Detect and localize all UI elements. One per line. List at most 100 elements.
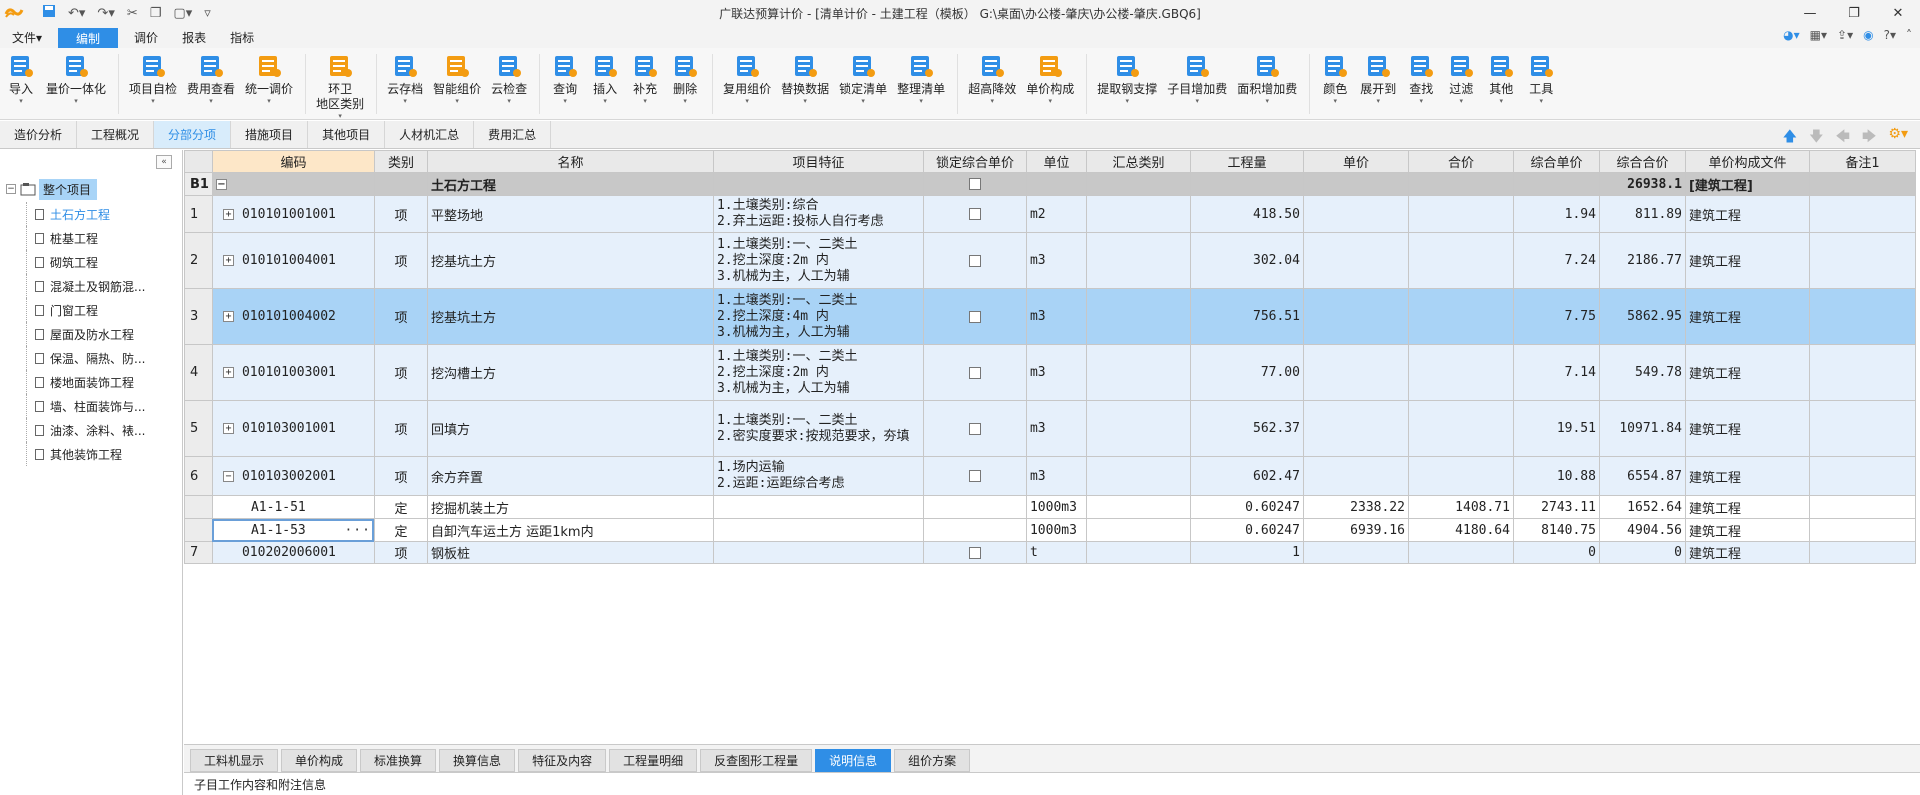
expand-icon[interactable]: + (222, 208, 234, 220)
column-header[interactable]: 汇总类别 (1085, 150, 1191, 173)
chevron-down-icon[interactable]: ▾ (563, 97, 567, 105)
save-icon[interactable] (42, 4, 56, 22)
tree-item[interactable]: 楼地面装饰工程 (26, 370, 145, 394)
code-cell[interactable]: +010101001001 (211, 195, 375, 233)
tree-item[interactable]: 油漆、涂料、裱... (26, 418, 145, 442)
paste-icon[interactable]: ▢▾ (173, 6, 192, 21)
toolbar-delete-button[interactable]: 删除 ▾ (670, 48, 700, 105)
bottom-tab[interactable]: 工料机显示 (190, 749, 279, 772)
summary-type-cell[interactable] (1085, 232, 1191, 289)
feature-cell[interactable]: 1.土壤类别:综合 2.弃土运距:投标人自行考虑 (712, 195, 924, 233)
code-cell[interactable]: 010202006001 (211, 541, 375, 564)
code-cell[interactable]: +010101003001 (211, 344, 375, 401)
tab-cost-analysis[interactable]: 造价分析 (0, 121, 78, 148)
undo-icon[interactable]: ↶▾ (68, 6, 85, 21)
tree-item[interactable]: 墙、柱面装饰与... (26, 394, 145, 418)
toolbar-organize-list-button[interactable]: 整理清单 ▾ (897, 48, 945, 105)
move-up-icon[interactable]: 🡅 (1783, 126, 1797, 150)
move-left-icon[interactable]: 🡄 (1835, 126, 1849, 150)
toolbar-filter-button[interactable]: 过滤 ▾ (1446, 48, 1476, 105)
price-file-cell[interactable]: 建筑工程 (1684, 288, 1810, 345)
feature-cell[interactable]: 1.土壤类别:一、二类土 2.密实度要求:按规范要求，夯填 (712, 400, 924, 457)
type-cell[interactable]: 定 (373, 495, 428, 519)
user-icon[interactable]: ◉ (1863, 28, 1873, 42)
tree-item[interactable]: 其他装饰工程 (26, 442, 145, 466)
tab-project-overview[interactable]: 工程概况 (77, 121, 155, 148)
unit-cell[interactable]: m2 (1025, 195, 1087, 233)
unit-cell[interactable]: m3 (1025, 456, 1087, 496)
price-file-cell[interactable]: 建筑工程 (1684, 541, 1810, 564)
tree-root[interactable]: − 整个项目 (6, 178, 98, 200)
redo-icon[interactable]: ↷▾ (97, 6, 114, 21)
name-cell[interactable]: 平整场地 (426, 195, 714, 233)
toolbar-insert-button[interactable]: 插入 ▾ (590, 48, 620, 105)
tree-item[interactable]: 屋面及防水工程 (26, 322, 145, 346)
table-row[interactable]: A1-1-51 定挖掘机装土方 1000m3 0.60247 2338.22 1408.7… (184, 495, 1916, 519)
expand-icon[interactable]: + (222, 423, 234, 434)
price-file-cell[interactable]: 建筑工程 (1684, 495, 1810, 519)
tree-item[interactable]: 砌筑工程 (26, 250, 145, 274)
chevron-down-icon[interactable]: ▾ (745, 97, 749, 105)
toolbar-replace-data-button[interactable]: 替换数据 ▾ (781, 48, 829, 105)
toolbar-self-check-button[interactable]: 项目自检 ▾ (129, 48, 177, 105)
summary-type-cell[interactable] (1085, 518, 1191, 542)
bottom-tab[interactable]: 特征及内容 (518, 749, 607, 772)
chevron-down-icon[interactable]: ▾ (507, 97, 511, 105)
name-cell[interactable]: 回填方 (426, 400, 714, 457)
chevron-down-icon[interactable]: ▾ (1540, 97, 1544, 105)
column-header[interactable]: 综合合价 (1598, 150, 1686, 173)
name-cell[interactable]: 挖基坑土方 (426, 288, 714, 345)
price-file-cell[interactable]: 建筑工程 (1684, 232, 1810, 289)
code-cell[interactable]: −010103002001 (211, 456, 375, 496)
bottom-tab[interactable]: 说明信息 (815, 749, 892, 772)
chevron-down-icon[interactable]: ▾ (643, 97, 647, 105)
expand-icon[interactable]: + (222, 367, 234, 378)
unit-cell[interactable]: m3 (1025, 400, 1087, 457)
lock-price-cell[interactable] (922, 195, 1027, 233)
cut-icon[interactable]: ✂ (127, 6, 138, 21)
chevron-down-icon[interactable]: ▾ (19, 97, 23, 105)
tree-item[interactable]: 桩基工程 (26, 226, 145, 250)
lock-price-cell[interactable] (922, 456, 1027, 496)
chevron-down-icon[interactable]: ▾ (74, 97, 78, 105)
chevron-down-icon[interactable]: ▾ (990, 97, 994, 105)
bottom-tab[interactable]: 组价方案 (894, 749, 971, 772)
summary-type-cell[interactable] (1085, 541, 1191, 564)
minimize-icon[interactable]: — (1788, 0, 1832, 26)
type-cell[interactable]: 项 (373, 456, 428, 496)
price-file-cell[interactable]: 建筑工程 (1684, 400, 1810, 457)
column-header[interactable]: 备注1 (1808, 150, 1916, 173)
chevron-down-icon[interactable]: ▾ (1500, 97, 1504, 105)
toolbar-fee-view-button[interactable]: 费用查看 ▾ (187, 48, 235, 105)
remark-cell[interactable] (1808, 518, 1916, 542)
type-cell[interactable]: 定 (373, 518, 428, 542)
section-row[interactable]: B1− 土石方工程 26938.1 [建筑工程] (184, 172, 1916, 196)
lock-price-cell[interactable] (922, 495, 1027, 519)
column-header[interactable]: 项目特征 (712, 150, 924, 173)
collapse-icon[interactable]: − (222, 470, 234, 482)
bottom-tab[interactable]: 单价构成 (281, 749, 358, 772)
chevron-down-icon[interactable]: ▾ (683, 97, 687, 105)
name-cell[interactable]: 挖掘机装土方 (426, 495, 714, 519)
table-row[interactable]: 1 +010101001001 项平整场地 1.土壤类别:综合 2.弃土运距:投标人自… (184, 195, 1916, 233)
menu-indicator[interactable]: 指标 (218, 26, 266, 48)
unit-cell[interactable]: t (1025, 541, 1087, 564)
table-row[interactable]: 2 +010101004001 项挖基坑土方 1.土壤类别:一、二类土 2.挖土深度:… (184, 232, 1916, 289)
expand-icon[interactable]: + (222, 311, 234, 322)
type-cell[interactable]: 项 (373, 344, 428, 401)
chevron-down-icon[interactable]: ▾ (1125, 97, 1129, 105)
name-cell[interactable]: 余方弃置 (426, 456, 714, 496)
section-code-cell[interactable]: − (211, 172, 375, 196)
upload-icon[interactable]: ⇪▾ (1837, 28, 1853, 42)
chevron-down-icon[interactable]: ▾ (1420, 97, 1424, 105)
lock-price-checkbox[interactable] (968, 366, 981, 379)
collapse-icon[interactable]: − (215, 178, 227, 190)
chevron-down-icon[interactable]: ▾ (455, 97, 459, 105)
menu-compile[interactable]: 编制 (58, 28, 119, 48)
bottom-tab[interactable]: 标准换算 (360, 749, 437, 772)
move-down-icon[interactable]: 🡇 (1809, 126, 1823, 150)
lock-price-checkbox[interactable] (968, 254, 981, 267)
name-cell[interactable]: 挖沟槽土方 (426, 344, 714, 401)
toolbar-expand-to-button[interactable]: 展开到 ▾ (1360, 48, 1396, 105)
tab-measures[interactable]: 措施项目 (231, 121, 309, 148)
